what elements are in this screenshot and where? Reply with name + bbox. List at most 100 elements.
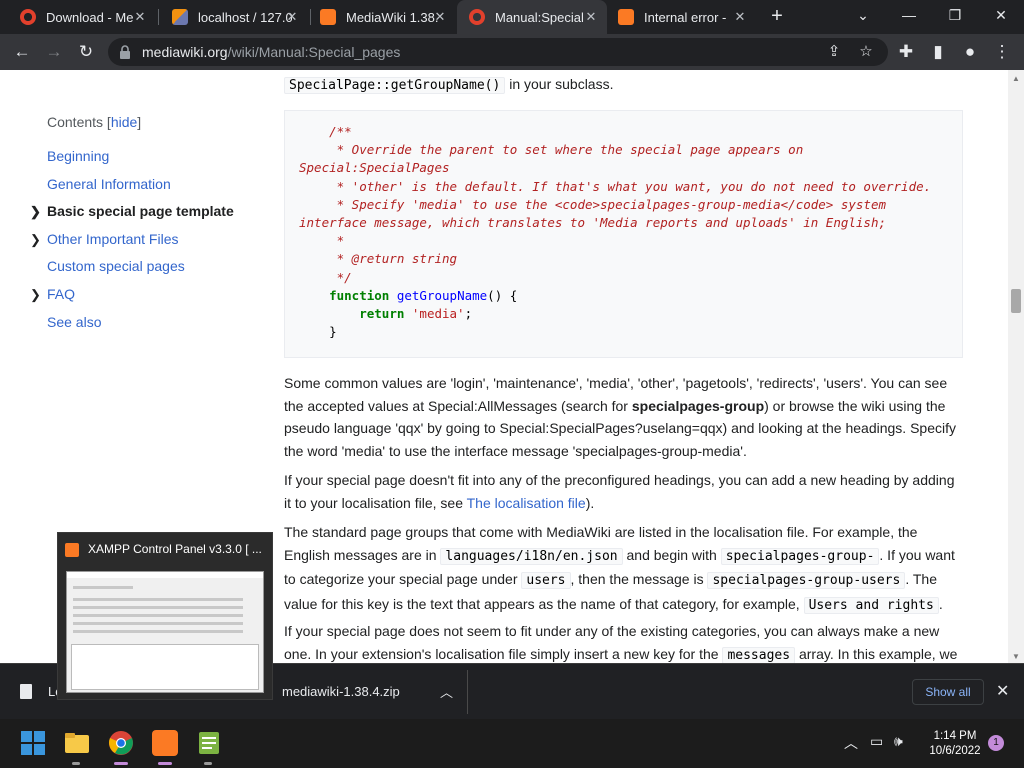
menu-kebab-icon[interactable]: ⋮ (990, 40, 1014, 64)
restore-icon[interactable]: ❐ (932, 0, 978, 30)
toc-item-beginning[interactable]: Beginning (30, 143, 250, 171)
close-icon[interactable]: ✕ (583, 9, 599, 25)
xampp-icon[interactable] (152, 730, 178, 756)
code-semicolon: ; (464, 306, 473, 322)
para-text: ). (585, 494, 595, 511)
forward-icon[interactable]: → (42, 40, 66, 64)
intro-line: SpecialPage::getGroupName() in your subc… (284, 73, 964, 98)
side-panel-icon[interactable]: ▮ (926, 40, 950, 64)
para-text: If your special page doesn't fit into an… (284, 472, 955, 511)
tab-mediawiki[interactable]: MediaWiki 1.38. ✕ (308, 0, 456, 34)
para-text: , then the message is (570, 571, 708, 587)
xampp-icon (618, 9, 634, 25)
inline-code: specialpages-group-users (707, 572, 906, 589)
tab-title: MediaWiki 1.38. (346, 9, 439, 25)
paragraph-standard-groups: The standard page groups that come with … (284, 521, 964, 617)
para-text: array. In this example, we (795, 645, 958, 662)
url-path: /wiki/Manual:Special_pages (227, 44, 401, 60)
toc-hide-link[interactable]: hide (111, 114, 137, 130)
toc-item-custom-pages[interactable]: Custom special pages (30, 253, 250, 281)
scroll-up-arrow-icon[interactable]: ▲ (1012, 74, 1020, 83)
notification-badge[interactable]: 1 (988, 735, 1004, 751)
close-icon[interactable]: ✕ (284, 9, 300, 25)
chrome-icon[interactable] (108, 730, 134, 756)
share-icon[interactable]: ⇪ (822, 40, 846, 64)
toc-item-basic-template[interactable]: ❯ Basic special page template (30, 198, 250, 226)
chevron-up-icon[interactable]: ︿ (440, 682, 453, 701)
code-comment-line: interface message, which translates to '… (299, 215, 886, 231)
address-bar[interactable]: mediawiki.org/wiki/Manual:Special_pages … (108, 38, 888, 66)
code-function-name: getGroupName (396, 287, 488, 303)
xampp-taskbar-preview[interactable]: XAMPP Control Panel v3.3.0 [ ... (57, 532, 273, 700)
tab-strip: Download - Me ✕ localhost / 127.0 ✕ Medi… (0, 0, 1024, 34)
extensions-icon[interactable]: ✚ (894, 40, 918, 64)
scrollbar-thumb[interactable] (1011, 289, 1021, 313)
localisation-file-link[interactable]: The localisation file (467, 495, 586, 511)
page-scrollbar[interactable]: ▲ ▼ (1008, 70, 1024, 663)
code-string: 'media' (411, 306, 465, 322)
volume-icon[interactable]: 🕪 (894, 733, 903, 750)
close-icon[interactable]: ✕ (732, 9, 748, 25)
minimize-icon[interactable]: — (886, 0, 932, 30)
preview-row (73, 614, 243, 617)
notepad-icon[interactable] (196, 730, 222, 756)
preview-thumbnail (66, 571, 264, 693)
toc-item-other-files[interactable]: ❯ Other Important Files (30, 226, 250, 254)
preview-title: XAMPP Control Panel v3.3.0 [ ... (88, 542, 262, 556)
close-icon[interactable]: ✕ (132, 9, 148, 25)
close-icon[interactable]: ✕ (432, 9, 448, 25)
reload-icon[interactable]: ↻ (74, 40, 98, 64)
tab-separator (158, 9, 159, 25)
xampp-icon (65, 543, 79, 557)
toc-item-label: FAQ (47, 285, 76, 302)
tab-title: Internal error - (644, 9, 727, 25)
toc-item-general-information[interactable]: General Information (30, 171, 250, 199)
profile-icon[interactable]: ● (958, 40, 982, 64)
tab-manual-special[interactable]: Manual:Special ✕ (457, 0, 607, 34)
code-comment-line: * Specify 'media' to use the <code>speci… (299, 196, 886, 212)
toc-item-label: Basic special page template (47, 203, 234, 220)
chevron-right-icon[interactable]: ❯ (30, 226, 41, 254)
tab-title: Download - Me (46, 9, 134, 25)
close-icon[interactable]: ✕ (996, 681, 1009, 701)
toc-item-label: General Information (47, 175, 171, 192)
code-comment-line: /** (299, 124, 352, 139)
toc-item-faq[interactable]: ❯ FAQ (30, 281, 250, 309)
toc-item-see-also[interactable]: See also (30, 309, 250, 337)
toc-heading-label: Contents (47, 114, 104, 130)
inline-code: SpecialPage::getGroupName() (284, 77, 506, 94)
back-icon[interactable]: ← (10, 40, 34, 64)
chevron-right-icon[interactable]: ❯ (30, 281, 41, 309)
bookmark-star-icon[interactable]: ☆ (854, 40, 878, 64)
toc-item-label: Custom special pages (47, 258, 185, 275)
chevron-right-icon[interactable]: ❯ (30, 198, 41, 226)
system-clock[interactable]: 1:14 PM 10/6/2022 (920, 729, 990, 759)
clock-date: 10/6/2022 (929, 745, 981, 757)
code-keyword: function (329, 287, 390, 303)
code-args: () { (487, 287, 518, 303)
show-all-button[interactable]: Show all (912, 679, 984, 705)
new-tab-button[interactable]: + (765, 5, 789, 29)
intro-text: in your subclass. (505, 76, 614, 92)
scroll-down-arrow-icon[interactable]: ▼ (1012, 652, 1020, 661)
download-item-2[interactable]: mediawiki-1.38.4.zip (282, 684, 400, 699)
start-icon[interactable] (20, 730, 46, 756)
network-icon[interactable]: ▭ (870, 733, 883, 750)
tab-localhost[interactable]: localhost / 127.0 ✕ (160, 0, 308, 34)
para-text: . (938, 595, 943, 612)
app-indicator (158, 762, 172, 765)
preview-row (73, 622, 243, 625)
inline-code: Users and rights (803, 596, 939, 614)
app-indicator (204, 762, 212, 765)
table-of-contents: Contents [hide] Beginning General Inform… (30, 114, 250, 336)
file-explorer-icon[interactable] (64, 730, 90, 756)
browser-toolbar: ← → ↻ mediawiki.org/wiki/Manual:Special_… (0, 34, 1024, 70)
preview-row (73, 586, 133, 589)
tab-download[interactable]: Download - Me ✕ (8, 0, 156, 34)
chevron-up-icon[interactable]: ︿ (844, 733, 858, 753)
close-window-icon[interactable]: ✕ (978, 0, 1024, 30)
preview-row (73, 630, 243, 633)
tab-internal-error[interactable]: Internal error - ✕ (606, 0, 756, 34)
toc-item-label: Beginning (47, 148, 110, 164)
tab-search-chevron-icon[interactable]: ⌄ (840, 0, 886, 30)
